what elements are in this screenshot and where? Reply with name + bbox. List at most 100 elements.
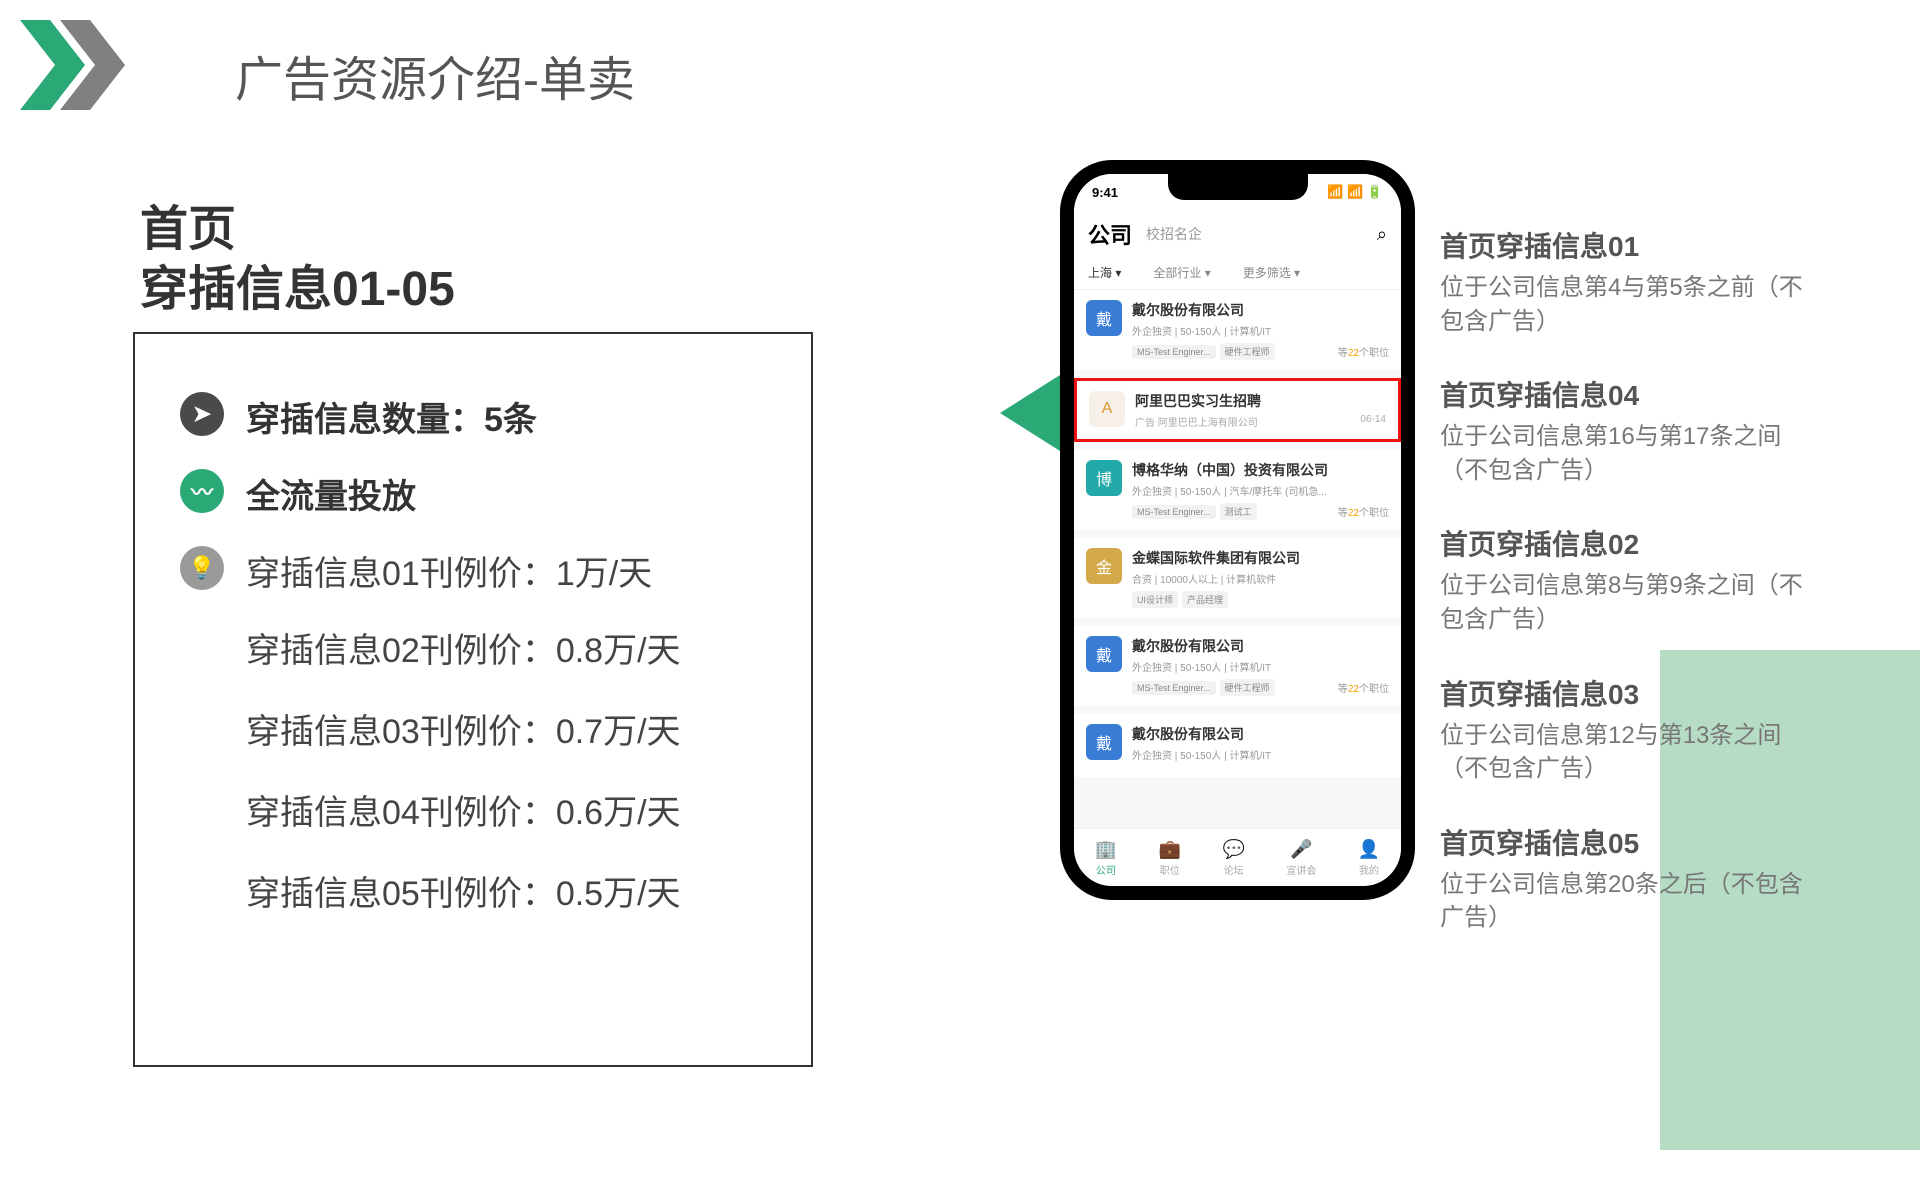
filter-more[interactable]: 更多筛选 ▾ [1243, 264, 1300, 281]
nav-item-公司[interactable]: 🏢 公司 [1095, 839, 1117, 877]
company-card[interactable]: A 阿里巴巴实习生招聘广告 阿里巴巴上海有限公司06-14 [1074, 378, 1401, 442]
nav-icon: 🏢 [1095, 839, 1117, 860]
bottom-nav: 🏢 公司 💼职位 💬 论坛 🎤宣讲会 👤 我的 [1074, 828, 1401, 886]
company-name: 戴尔股份有限公司 [1132, 300, 1389, 320]
card-body: 戴尔股份有限公司外企独资 | 50-150人 | 计算机/IT MS-Test E… [1132, 300, 1389, 360]
tag: MS-Test Enginer... [1132, 681, 1216, 695]
tag-row: MS-Test Enginer... 硬件工程师 等22个职位 [1132, 343, 1389, 360]
filters: 上海 ▾ 全部行业 ▾ 更多筛选 ▾ [1074, 256, 1401, 290]
phone-notch [1168, 174, 1308, 200]
company-card[interactable]: 博博格华纳（中国）投资有限公司外企独资 | 50-150人 | 汽车/摩托车 (… [1074, 450, 1401, 530]
company-list[interactable]: 戴戴尔股份有限公司外企独资 | 50-150人 | 计算机/ITMS-Test … [1074, 290, 1401, 828]
chart-icon: 〰 [180, 469, 224, 513]
company-meta: 外企独资 | 50-150人 | 计算机/IT [1132, 323, 1389, 338]
nav-label: 论坛 [1224, 862, 1244, 877]
annotation: 首页穿插信息03 位于公司信息第12与第13条之间（不包含广告） [1440, 673, 1810, 786]
annotation: 首页穿插信息02 位于公司信息第8与第9条之间（不包含广告） [1440, 523, 1810, 636]
annotation-title: 首页穿插信息03 [1440, 673, 1810, 713]
status-time: 9:41 [1092, 185, 1118, 200]
annotation-body: 位于公司信息第20条之后（不包含广告） [1440, 868, 1810, 935]
phone-screen: 9:41 📶 📶 🔋 公司 校招名企 ⌕ 上海 ▾ 全部行业 ▾ 更多筛选 ▾ … [1074, 174, 1401, 886]
company-card[interactable]: 戴戴尔股份有限公司外企独资 | 50-150人 | 计算机/IT [1074, 714, 1401, 777]
company-logo: A [1089, 391, 1125, 427]
section-line2: 穿插信息01-05 [140, 260, 455, 320]
company-logo: 戴 [1086, 300, 1122, 336]
nav-item-宣讲会[interactable]: 🎤宣讲会 [1286, 839, 1316, 877]
company-name: 博格华纳（中国）投资有限公司 [1132, 460, 1389, 480]
annotation-body: 位于公司信息第12与第13条之间（不包含广告） [1440, 719, 1810, 786]
price-item: 穿插信息04刊例价：0.6万/天 [246, 785, 766, 834]
send-icon: ➤ [180, 392, 224, 436]
bulb-icon: 💡 [180, 546, 224, 590]
tag: 硬件工程师 [1220, 343, 1275, 360]
nav-icon: 👤 [1358, 839, 1380, 860]
card-body: 金蝶国际软件集团有限公司合资 | 10000人以上 | 计算机软件UI设计师产品… [1132, 548, 1389, 608]
bullet-prices: 💡 穿插信息01刊例价：1万/天 [180, 546, 766, 595]
nav-item-我的[interactable]: 👤 我的 [1358, 839, 1380, 877]
tab-company[interactable]: 公司 [1088, 218, 1132, 250]
card-body: 博格华纳（中国）投资有限公司外企独资 | 50-150人 | 汽车/摩托车 (司… [1132, 460, 1389, 520]
company-card[interactable]: 戴戴尔股份有限公司外企独资 | 50-150人 | 计算机/IT MS-Test … [1074, 290, 1401, 370]
annotation-body: 位于公司信息第16与第17条之间（不包含广告） [1440, 420, 1810, 487]
status-icons: 📶 📶 🔋 [1327, 184, 1383, 200]
company-card[interactable]: 金金蝶国际软件集团有限公司合资 | 10000人以上 | 计算机软件UI设计师产… [1074, 538, 1401, 618]
annotation-body: 位于公司信息第8与第9条之间（不包含广告） [1440, 569, 1810, 636]
price-item: 穿插信息02刊例价：0.8万/天 [246, 623, 766, 672]
tag-row: UI设计师产品经理 [1132, 591, 1389, 608]
app-header: 公司 校招名企 ⌕ [1074, 210, 1401, 256]
price-list: 穿插信息02刊例价：0.8万/天 穿插信息03刊例价：0.7万/天 穿插信息04… [180, 623, 766, 915]
tag: 硬件工程师 [1220, 679, 1275, 696]
price-item: 穿插信息03刊例价：0.7万/天 [246, 704, 766, 753]
section-head: 首页 穿插信息01-05 [140, 200, 455, 320]
annotations: 首页穿插信息01 位于公司信息第4与第5条之前（不包含广告） 首页穿插信息04 位于公… [1440, 225, 1810, 971]
nav-icon: 💬 [1222, 839, 1244, 860]
company-logo: 金 [1086, 548, 1122, 584]
nav-label: 公司 [1096, 862, 1116, 877]
company-name: 阿里巴巴实习生招聘 [1135, 391, 1386, 411]
bullet-count: ➤ 穿插信息数量：5条 [180, 392, 766, 441]
nav-icon: 🎤 [1290, 839, 1312, 860]
tag: 测试工 [1220, 503, 1257, 520]
tab-campus[interactable]: 校招名企 [1146, 224, 1202, 244]
job-count: 等22个职位 [1338, 504, 1389, 519]
phone-frame: 9:41 📶 📶 🔋 公司 校招名企 ⌕ 上海 ▾ 全部行业 ▾ 更多筛选 ▾ … [1060, 160, 1415, 900]
annotation: 首页穿插信息04 位于公司信息第16与第17条之间（不包含广告） [1440, 374, 1810, 487]
pointer-arrow-icon [1000, 375, 1060, 451]
tag: MS-Test Enginer... [1132, 345, 1216, 359]
search-icon[interactable]: ⌕ [1377, 224, 1387, 245]
annotation-title: 首页穿插信息01 [1440, 225, 1810, 265]
company-name: 戴尔股份有限公司 [1132, 636, 1389, 656]
filter-industry[interactable]: 全部行业 ▾ [1153, 264, 1210, 281]
job-count: 等22个职位 [1338, 680, 1389, 695]
company-logo: 戴 [1086, 724, 1122, 760]
card-body: 戴尔股份有限公司外企独资 | 50-150人 | 计算机/IT MS-Test E… [1132, 636, 1389, 696]
card-body: 阿里巴巴实习生招聘广告 阿里巴巴上海有限公司06-14 [1135, 391, 1386, 429]
tag-row: MS-Test Enginer... 测试工 等22个职位 [1132, 503, 1389, 520]
company-card[interactable]: 戴戴尔股份有限公司外企独资 | 50-150人 | 计算机/IT MS-Test … [1074, 626, 1401, 706]
company-logo: 戴 [1086, 636, 1122, 672]
slide-title: 广告资源介绍-单卖 [235, 40, 635, 110]
tag: 产品经理 [1182, 591, 1228, 608]
info-box: ➤ 穿插信息数量：5条 〰 全流量投放 💡 穿插信息01刊例价：1万/天 穿插信… [133, 332, 813, 1067]
annotation-title: 首页穿插信息04 [1440, 374, 1810, 414]
company-name: 金蝶国际软件集团有限公司 [1132, 548, 1389, 568]
annotation-body: 位于公司信息第4与第5条之前（不包含广告） [1440, 271, 1810, 338]
annotation-title: 首页穿插信息02 [1440, 523, 1810, 563]
annotation: 首页穿插信息01 位于公司信息第4与第5条之前（不包含广告） [1440, 225, 1810, 338]
company-meta: 外企独资 | 50-150人 | 汽车/摩托车 (司机急... [1132, 483, 1389, 498]
company-meta: 外企独资 | 50-150人 | 计算机/IT [1132, 747, 1389, 762]
nav-item-职位[interactable]: 💼职位 [1159, 839, 1181, 877]
tag: MS-Test Enginer... [1132, 505, 1216, 519]
job-count: 等22个职位 [1338, 344, 1389, 359]
company-logo: 博 [1086, 460, 1122, 496]
nav-icon: 💼 [1159, 839, 1181, 860]
arrow-logo-icon [20, 20, 140, 110]
annotation-title: 首页穿插信息05 [1440, 822, 1810, 862]
nav-item-论坛[interactable]: 💬 论坛 [1222, 839, 1244, 877]
tag-row: MS-Test Enginer... 硬件工程师 等22个职位 [1132, 679, 1389, 696]
nav-label: 我的 [1359, 862, 1379, 877]
company-meta: 外企独资 | 50-150人 | 计算机/IT [1132, 659, 1389, 674]
filter-city[interactable]: 上海 ▾ [1088, 264, 1121, 281]
annotation: 首页穿插信息05 位于公司信息第20条之后（不包含广告） [1440, 822, 1810, 935]
ad-meta: 广告 阿里巴巴上海有限公司06-14 [1135, 414, 1386, 429]
